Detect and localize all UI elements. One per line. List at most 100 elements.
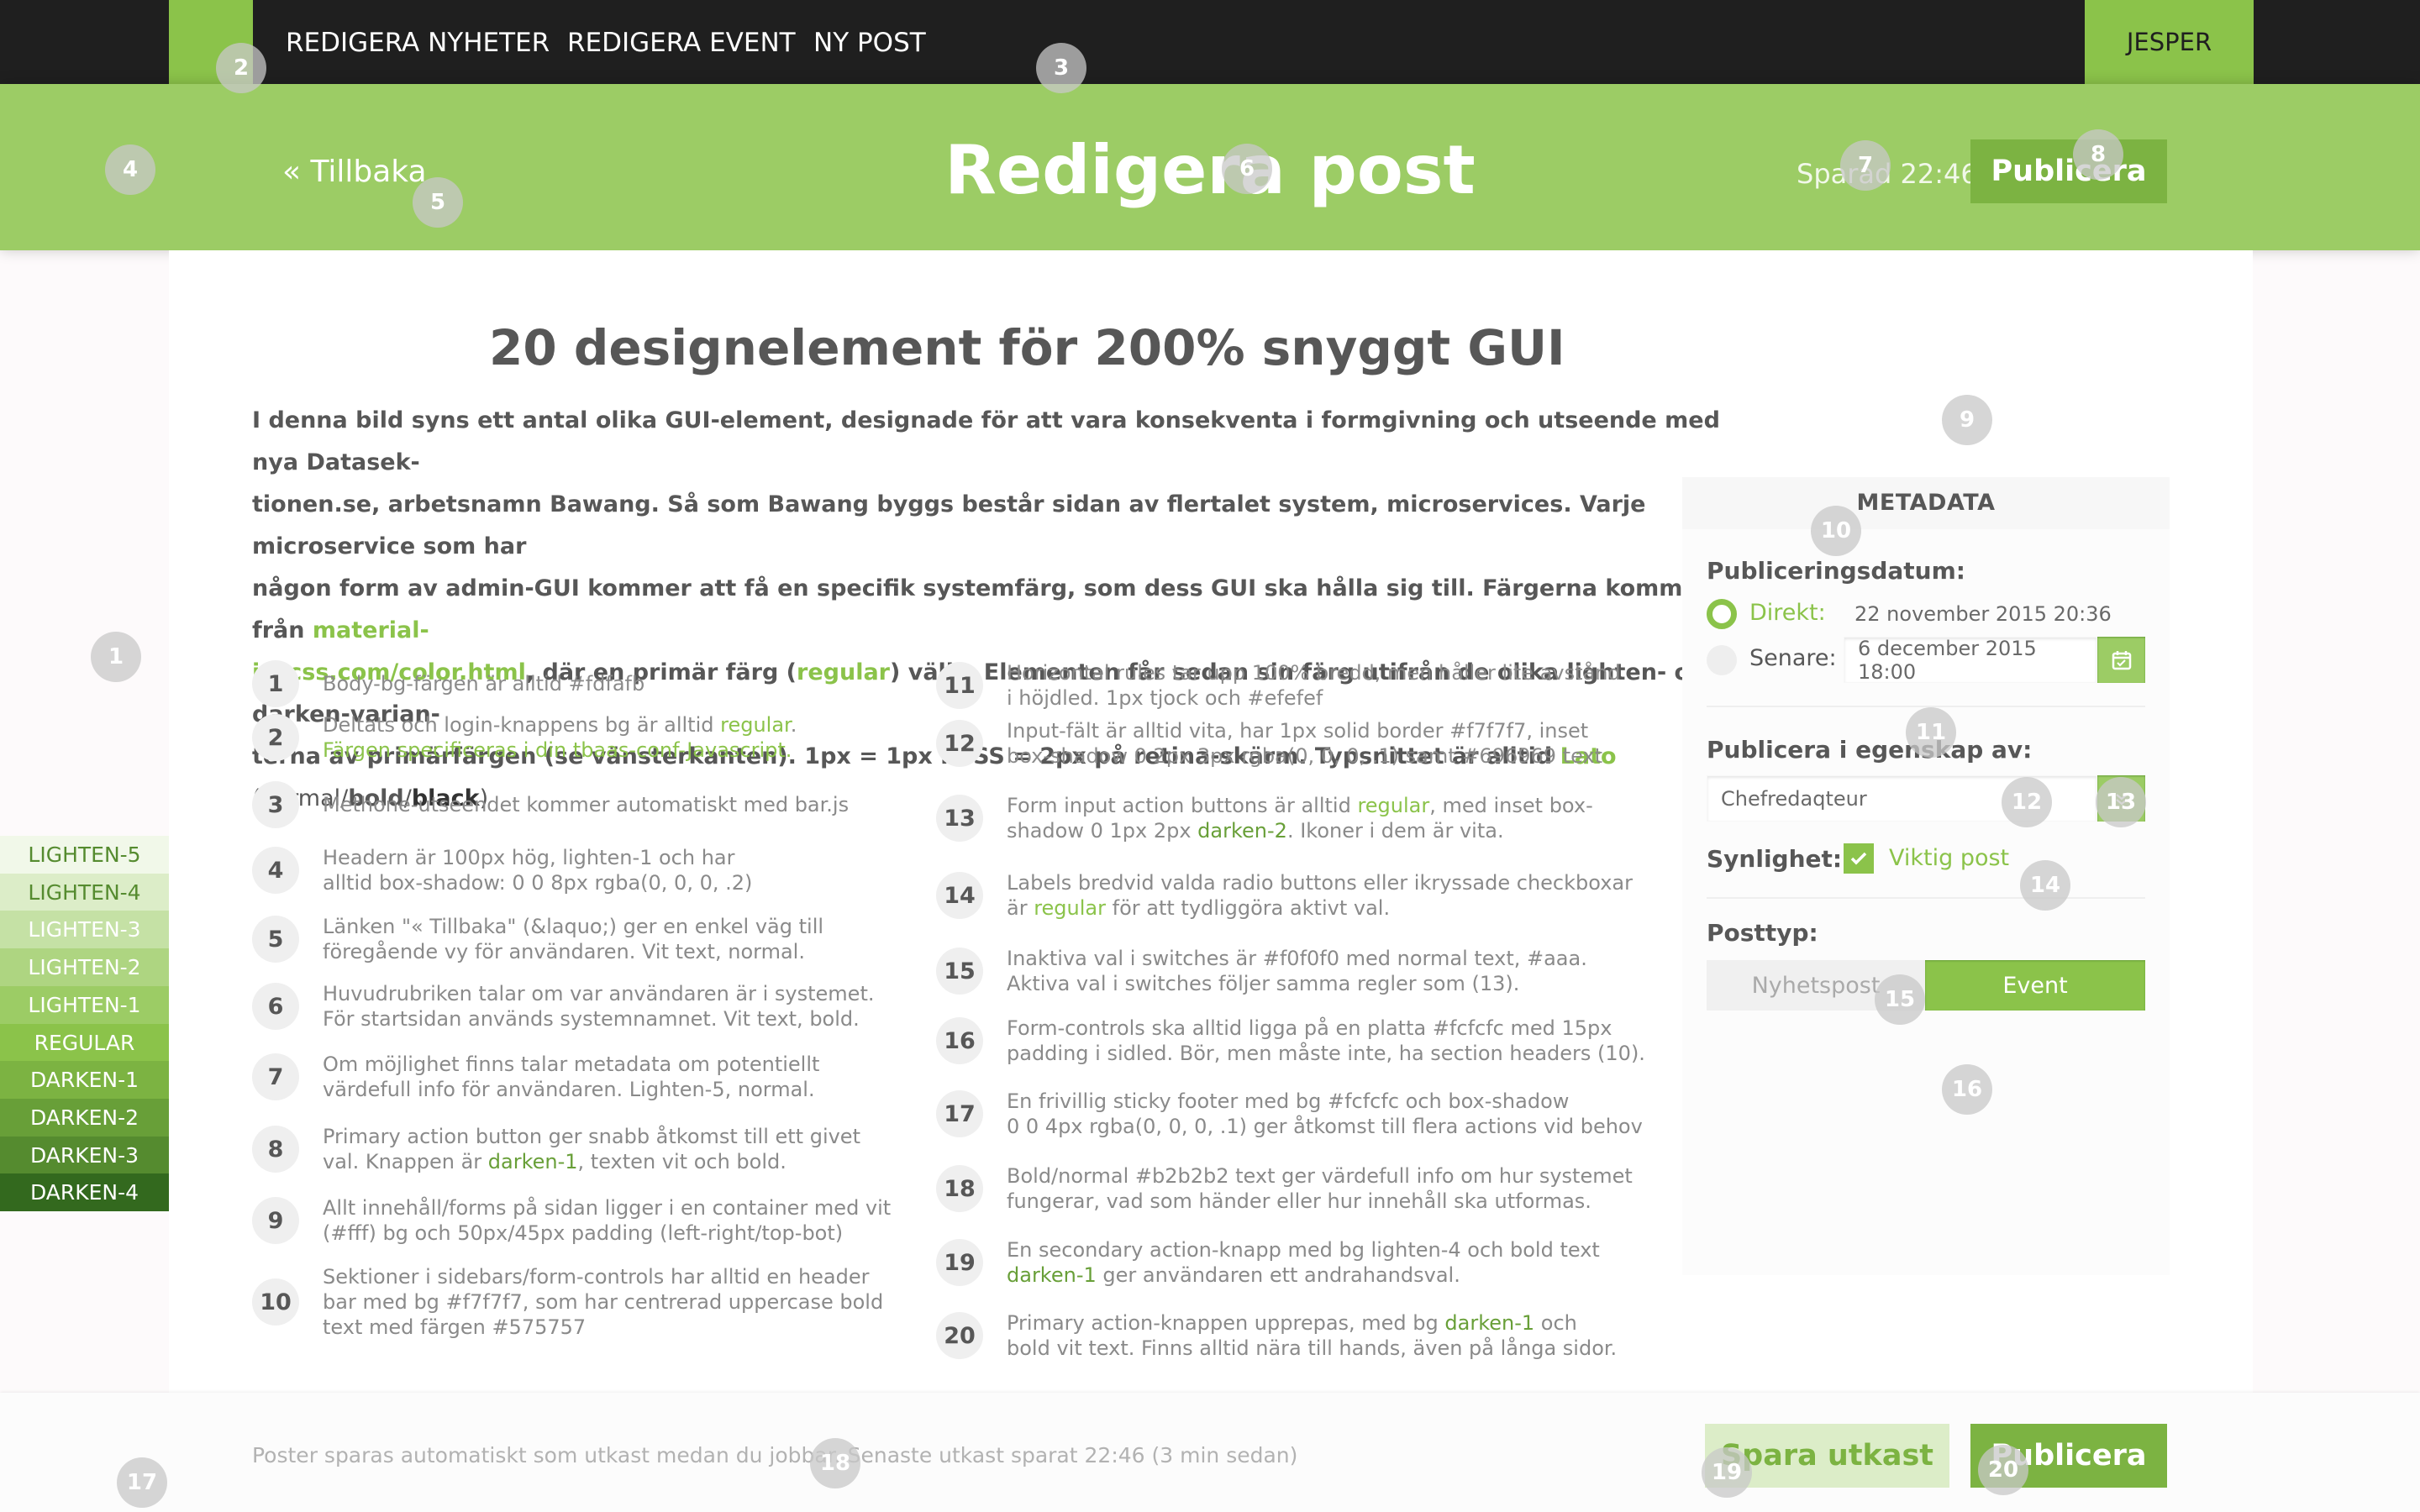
item-number: 19 <box>936 1239 983 1286</box>
item-number: 15 <box>936 948 983 995</box>
metadata-panel: METADATA Publiceringsdatum: Direkt: 22 n… <box>1682 477 2170 1275</box>
item-text: Allt innehåll/forms på sidan ligger i en… <box>323 1196 892 1245</box>
user-login-button[interactable]: JESPER <box>2085 0 2254 84</box>
metadata-header: METADATA <box>1682 477 2170 529</box>
design-element-item: 4 Headern är 100px hög, lighten-1 och har… <box>252 845 752 895</box>
design-element-item: 20 Primary action-knappen upprepas, med b… <box>936 1310 1617 1361</box>
calendar-button[interactable] <box>2097 637 2145 683</box>
palette-swatch: DARKEN-4 <box>0 1173 169 1212</box>
palette-swatch: LIGHTEN-1 <box>0 985 169 1024</box>
palette-swatch: LIGHTEN-2 <box>0 948 169 987</box>
switch-event[interactable]: Event <box>1925 960 2145 1011</box>
item-number: 16 <box>936 1017 983 1064</box>
later-label: Senare: <box>1749 645 1837 671</box>
autosave-info: Poster sparas automatiskt som utkast med… <box>252 1443 1298 1467</box>
item-number: 8 <box>252 1126 299 1173</box>
annotation-bubble: 13 <box>2096 777 2146 827</box>
page-header: « Tillbaka Redigera post Sparad 22:46 Pu… <box>0 84 2420 250</box>
visibility-label: Synlighet: <box>1707 845 1843 873</box>
item-number: 10 <box>252 1278 299 1326</box>
annotation-bubble: 19 <box>1702 1447 1752 1498</box>
content-container: 20 designelement för 200% snyggt GUI I d… <box>169 250 2253 1393</box>
design-element-item: 13 Form input action buttons är alltid re… <box>936 793 1593 843</box>
item-number: 20 <box>936 1312 983 1359</box>
annotation-bubble: 18 <box>810 1438 860 1488</box>
important-label: Viktig post <box>1889 845 2010 871</box>
item-text: Methone-utseendet kommer automatiskt med… <box>323 793 850 816</box>
item-number: 11 <box>936 662 983 709</box>
pubdate-label: Publiceringsdatum: <box>1707 557 1965 585</box>
palette-swatch: LIGHTEN-5 <box>0 836 169 874</box>
item-text: Primary action button ger snabb åtkomst … <box>323 1125 860 1173</box>
annotation-bubble: 1 <box>91 632 141 682</box>
palette-swatch: DARKEN-1 <box>0 1061 169 1100</box>
nav-edit-event[interactable]: REDIGERA EVENT <box>567 28 796 58</box>
design-element-item: 10 Sektioner i sidebars/form-controls har… <box>252 1264 883 1340</box>
design-element-item: 5 Länken "« Tillbaka" (&laquo;) ger en en… <box>252 914 823 964</box>
design-element-item: 2 Deltats och login-knappens bg är alltid… <box>252 712 797 763</box>
design-element-item: 11 Horizontal rules tar upp 100% bredd, m… <box>936 660 1621 711</box>
design-element-item: 18 Bold/normal #b2b2b2 text ger värdefull… <box>936 1163 1633 1214</box>
design-element-item: 19 En secondary action-knapp med bg light… <box>936 1237 1600 1288</box>
annotation-bubble: 7 <box>1840 140 1891 191</box>
role-label: Publicera i egenskap av: <box>1707 736 2033 764</box>
palette-swatch: LIGHTEN-4 <box>0 873 169 911</box>
item-text: Horizontal rules tar upp 100% bredd, men… <box>1007 661 1621 710</box>
annotation-bubble: 12 <box>2002 777 2052 827</box>
item-number: 2 <box>252 714 299 761</box>
item-text: Labels bredvid valda radio buttons eller… <box>1007 871 1633 920</box>
annotation-bubble: 10 <box>1811 506 1861 556</box>
design-element-item: 9 Allt innehåll/forms på sidan ligger i e… <box>252 1195 891 1246</box>
item-text: En secondary action-knapp med bg lighten… <box>1007 1238 1600 1287</box>
item-number: 17 <box>936 1090 983 1137</box>
item-text: Bold/normal #b2b2b2 text ger värdefull i… <box>1007 1164 1633 1213</box>
item-text: Form-controls ska alltid ligga på en pla… <box>1007 1016 1645 1065</box>
publish-button[interactable]: Publicera <box>1970 139 2167 203</box>
annotation-bubble: 2 <box>216 43 266 93</box>
nav-new-post[interactable]: NY POST <box>813 28 926 58</box>
item-text: Primary action-knappen upprepas, med bg … <box>1007 1311 1618 1360</box>
materialize-link[interactable]: material- <box>313 617 429 643</box>
annotation-bubble: 14 <box>2020 860 2070 911</box>
item-number: 1 <box>252 660 299 707</box>
item-number: 9 <box>252 1197 299 1244</box>
palette-swatch: LIGHTEN-3 <box>0 911 169 949</box>
item-text: En frivillig sticky footer med bg #fcfcf… <box>1007 1089 1643 1138</box>
top-bar: REDIGERA NYHETER REDIGERA EVENT NY POST … <box>0 0 2420 84</box>
annotation-bubble: 16 <box>1942 1064 1992 1115</box>
item-number: 13 <box>936 795 983 842</box>
annotation-bubble: 8 <box>2073 129 2123 180</box>
item-number: 3 <box>252 781 299 828</box>
later-radio[interactable] <box>1707 645 1737 675</box>
checkmark-icon <box>1850 852 1867 865</box>
nav-edit-news[interactable]: REDIGERA NYHETER <box>286 28 550 58</box>
article-title: 20 designelement för 200% snyggt GUI <box>489 319 1565 376</box>
item-number: 6 <box>252 983 299 1030</box>
design-element-item: 14 Labels bredvid valda radio buttons ell… <box>936 870 1633 921</box>
sticky-footer: Poster sparas automatiskt som utkast med… <box>0 1393 2420 1512</box>
important-checkbox[interactable] <box>1844 843 1874 874</box>
item-text: Body-bg-färgen är alltid #fdfafb <box>323 672 645 696</box>
item-text: Headern är 100px hög, lighten-1 och har a… <box>323 846 753 895</box>
annotation-bubble: 17 <box>117 1457 167 1508</box>
item-text: Huvudrubriken talar om var användaren är… <box>323 982 875 1031</box>
calendar-icon <box>2112 650 2131 669</box>
palette-swatch: DARKEN-2 <box>0 1098 169 1137</box>
direct-radio[interactable] <box>1707 599 1737 629</box>
regular-link[interactable]: regular <box>797 659 890 685</box>
annotation-bubble: 5 <box>413 177 463 228</box>
posttype-label: Posttyp: <box>1707 919 1818 947</box>
item-text: Inaktiva val i switches är #f0f0f0 med n… <box>1007 947 1587 995</box>
design-element-item: 7 Om möjlighet finns talar metadata om po… <box>252 1052 819 1102</box>
design-element-item: 3 Methone-utseendet kommer automatiskt me… <box>252 781 849 828</box>
direct-date: 22 november 2015 20:36 <box>1854 602 2112 626</box>
annotation-bubble: 15 <box>1875 974 1925 1025</box>
item-text: Input-fält är alltid vita, har 1px solid… <box>1007 719 1603 768</box>
direct-label: Direkt: <box>1749 600 1826 626</box>
palette-swatch: REGULAR <box>0 1023 169 1062</box>
item-text: Sektioner i sidebars/form-controls har a… <box>323 1265 884 1339</box>
later-date-input[interactable]: 6 december 2015 18:00 <box>1844 637 2097 684</box>
design-element-item: 12 Input-fält är alltid vita, har 1px sol… <box>936 718 1602 769</box>
annotation-bubble: 9 <box>1942 395 1992 445</box>
item-number: 18 <box>936 1165 983 1212</box>
